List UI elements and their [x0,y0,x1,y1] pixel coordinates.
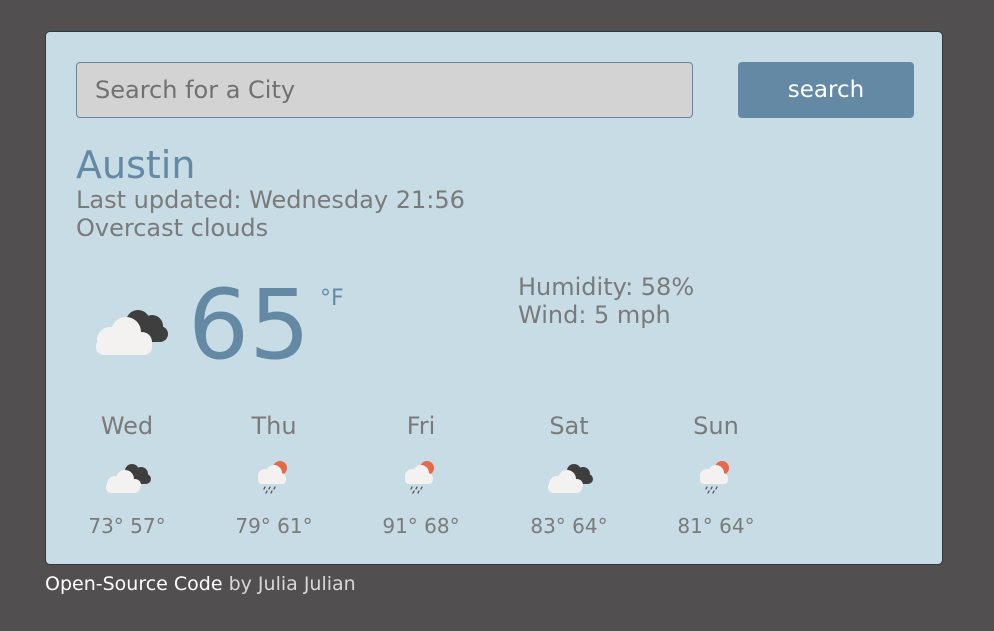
forecast-day-name: Sat [549,412,589,440]
temperature-unit[interactable]: °F [320,286,344,311]
forecast-high: 81° [677,514,713,538]
forecast-temps: 83° 64° [519,512,619,540]
forecast-low: 68° [424,514,460,538]
forecast-high: 91° [382,514,418,538]
forecast-day-name: Thu [251,412,297,440]
forecast-day: Sun 81° 64° [666,408,766,540]
sun-rain-icon [700,461,729,494]
forecast-low: 64° [572,514,608,538]
forecast-day: Sat 83° 64° [519,408,619,540]
open-source-code-link[interactable]: Open-Source Code [45,573,223,595]
weather-card: search Austin Last updated: Wednesday 21… [45,31,943,565]
city-name: Austin [76,143,196,187]
forecast-temps: 91° 68° [371,512,471,540]
forecast-high: 83° [530,514,566,538]
forecast-day: Wed 73° 57° [77,408,177,540]
forecast-day-name: Wed [100,412,154,440]
overcast-clouds-icon [96,310,168,355]
wind-speed: Wind: 5 mph [518,301,671,329]
forecast-low: 64° [719,514,755,538]
forecast-high: 79° [235,514,271,538]
search-input[interactable] [76,62,693,118]
forecast-day-name: Sun [693,412,739,440]
forecast-temps: 79° 61° [224,512,324,540]
last-updated: Last updated: Wednesday 21:56 [76,186,465,214]
footer-byline: by Julia Julian [222,573,356,595]
forecast-low: 57° [130,514,166,538]
overcast-clouds-icon [106,464,151,493]
weather-description: Overcast clouds [76,214,269,242]
forecast-temps: 81° 64° [666,512,766,540]
forecast-low: 61° [277,514,313,538]
forecast-temps: 73° 57° [77,512,177,540]
forecast-day-name: Fri [406,412,436,440]
overcast-clouds-icon [548,464,593,493]
sun-rain-icon [405,461,434,494]
sun-rain-icon [258,461,287,494]
footer: Open-Source Code by Julia Julian [45,573,356,595]
humidity: Humidity: 58% [518,273,695,301]
forecast-day: Thu 79° 61° [224,408,324,540]
search-button[interactable]: search [738,62,914,118]
current-temperature: 65 [188,269,311,381]
forecast-day: Fri 91° 68° [371,408,471,540]
forecast-high: 73° [88,514,124,538]
